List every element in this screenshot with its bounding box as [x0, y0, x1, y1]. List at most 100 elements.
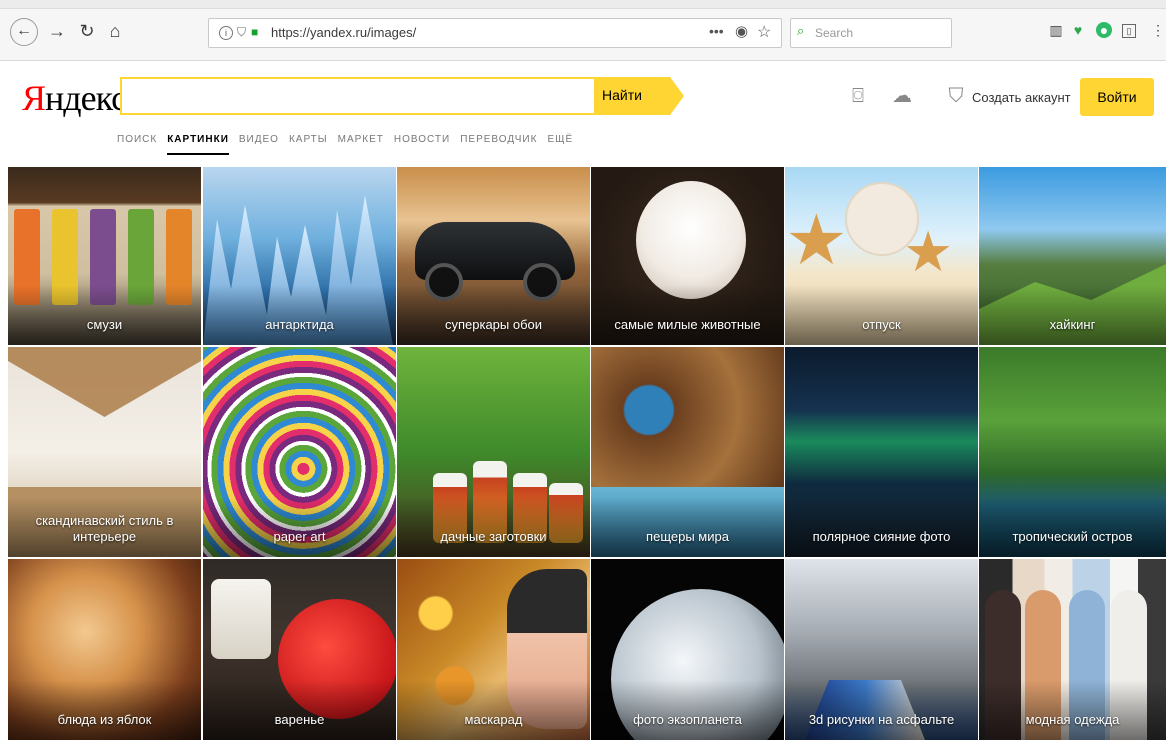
logo-text: ндекс: [45, 78, 127, 118]
login-button[interactable]: Войти: [1080, 78, 1154, 116]
service-images[interactable]: КАРТИНКИ: [167, 134, 229, 155]
lock-icon[interactable]: ■: [251, 25, 263, 39]
image-tile[interactable]: ★ ★ отпуск: [785, 167, 978, 345]
service-video[interactable]: ВИДЕО: [239, 134, 279, 145]
image-tile[interactable]: смузи: [8, 167, 201, 345]
tile-caption: смузи: [86, 317, 123, 332]
tile-caption: блюда из яблок: [57, 712, 152, 727]
tile-caption: 3d рисунки на асфальте: [808, 712, 955, 727]
tile-caption: дачные заготовки: [440, 529, 547, 544]
service-news[interactable]: НОВОСТИ: [394, 134, 450, 145]
services-nav: ПОИСК КАРТИНКИ ВИДЕО КАРТЫ МАРКЕТ НОВОСТИ ПЕРЕ…: [117, 134, 583, 156]
pocket-icon[interactable]: ◉: [735, 22, 748, 40]
home-icon[interactable]: ⌂: [104, 20, 126, 42]
service-market[interactable]: МАРКЕТ: [338, 134, 384, 145]
tile-caption: пещеры мира: [646, 529, 729, 544]
browser-search-input[interactable]: ⌕ Search: [790, 18, 952, 48]
tile-caption: суперкары обои: [444, 317, 543, 332]
tile-caption: маскарад: [464, 712, 523, 727]
search-button[interactable]: Найти: [594, 77, 684, 115]
caption-shade: [8, 285, 201, 345]
tile-caption: полярное сияние фото: [812, 529, 951, 544]
caption-shade: [8, 680, 201, 740]
forward-icon[interactable]: →: [46, 20, 68, 42]
image-tile[interactable]: антарктида: [203, 167, 396, 345]
caption-shade: [591, 497, 784, 557]
caption-shade: [785, 680, 978, 740]
caption-shade: [203, 680, 396, 740]
image-detail: [636, 181, 746, 299]
image-tile[interactable]: суперкары обои: [397, 167, 590, 345]
tile-caption: paper art: [273, 529, 326, 544]
caption-shade: [979, 285, 1166, 345]
service-search[interactable]: ПОИСК: [117, 134, 157, 145]
extension-icon[interactable]: ●: [1096, 22, 1112, 38]
image-grid: смузи антарктида суперкары обои самые ми…: [8, 167, 1166, 740]
tile-caption: варенье: [274, 712, 325, 727]
caption-shade: [397, 680, 590, 740]
search-input[interactable]: [120, 77, 594, 115]
image-tile[interactable]: paper art: [203, 347, 396, 557]
image-tile[interactable]: фото экзопланета: [591, 559, 784, 740]
caption-shade: [397, 497, 590, 557]
search-placeholder: Search: [815, 26, 854, 40]
image-tile[interactable]: модная одежда: [979, 559, 1166, 740]
address-bar[interactable]: i ⛉ ■ https://yandex.ru/images/ ••• ◉ ☆: [208, 18, 782, 48]
caption-shade: [591, 680, 784, 740]
image-detail: [8, 347, 201, 417]
back-icon[interactable]: ←: [10, 18, 38, 46]
reload-icon[interactable]: ↻: [76, 20, 98, 42]
browser-toolbar: ← → ↻ ⌂ i ⛉ ■ https://yandex.ru/images/ …: [0, 0, 1166, 61]
shield-check-icon[interactable]: ⛉: [944, 84, 968, 108]
search-engine-icon[interactable]: ⌕: [797, 24, 811, 38]
image-tile[interactable]: полярное сияние фото: [785, 347, 978, 557]
service-more[interactable]: ЕЩЁ: [547, 134, 573, 145]
menu-icon[interactable]: ⋮: [1150, 22, 1166, 38]
caption-shade: [785, 497, 978, 557]
service-maps[interactable]: КАРТЫ: [289, 134, 328, 145]
image-tile[interactable]: самые милые животные: [591, 167, 784, 345]
image-tile[interactable]: хайкинг: [979, 167, 1166, 345]
caption-shade: [979, 680, 1166, 740]
tile-caption: отпуск: [862, 317, 901, 332]
image-detail: ★: [903, 220, 954, 283]
service-translate[interactable]: ПЕРЕВОДЧИК: [460, 134, 537, 145]
logo-letter: Я: [22, 78, 46, 118]
disk-icon[interactable]: ☁: [890, 84, 914, 108]
tile-caption: скандинавский стиль в интерьере: [35, 513, 174, 544]
library-icon[interactable]: ▥: [1048, 22, 1064, 38]
camera-icon[interactable]: ⌼: [846, 84, 870, 108]
create-account-link[interactable]: Создать аккаунт: [972, 90, 1071, 105]
image-tile[interactable]: тропический остров: [979, 347, 1166, 557]
yandex-logo[interactable]: Яндекс: [22, 78, 127, 118]
more-icon[interactable]: •••: [709, 23, 724, 39]
image-tile[interactable]: 3d рисунки на асфальте: [785, 559, 978, 740]
tab-strip: [0, 0, 1166, 9]
image-tile[interactable]: пещеры мира: [591, 347, 784, 557]
image-tile[interactable]: блюда из яблок: [8, 559, 201, 740]
url-text[interactable]: https://yandex.ru/images/: [271, 25, 416, 40]
tile-caption: антарктида: [265, 317, 334, 332]
caption-shade: [203, 285, 396, 345]
caption-shade: [979, 497, 1166, 557]
tile-caption: фото экзопланета: [633, 712, 742, 727]
image-tile[interactable]: дачные заготовки: [397, 347, 590, 557]
plugin-icon[interactable]: ♥: [1070, 22, 1086, 38]
tile-caption: хайкинг: [1049, 317, 1096, 332]
tile-caption: модная одежда: [1025, 712, 1120, 727]
star-icon[interactable]: ☆: [757, 22, 771, 42]
image-detail: [211, 579, 271, 659]
sidebar-icon[interactable]: ▯: [1122, 24, 1136, 38]
tile-caption: самые милые животные: [614, 317, 761, 332]
caption-shade: [397, 285, 590, 345]
caption-shade: [591, 285, 784, 345]
image-detail: ★: [785, 201, 848, 279]
image-tile[interactable]: скандинавский стиль в интерьере: [8, 347, 201, 557]
tile-caption: тропический остров: [1012, 529, 1133, 544]
image-tile[interactable]: маскарад: [397, 559, 590, 740]
caption-shade: [203, 497, 396, 557]
info-icon[interactable]: i: [219, 26, 233, 40]
shield-icon[interactable]: ⛉: [237, 25, 247, 39]
image-tile[interactable]: варенье: [203, 559, 396, 740]
search-button-label: Найти: [602, 87, 642, 103]
